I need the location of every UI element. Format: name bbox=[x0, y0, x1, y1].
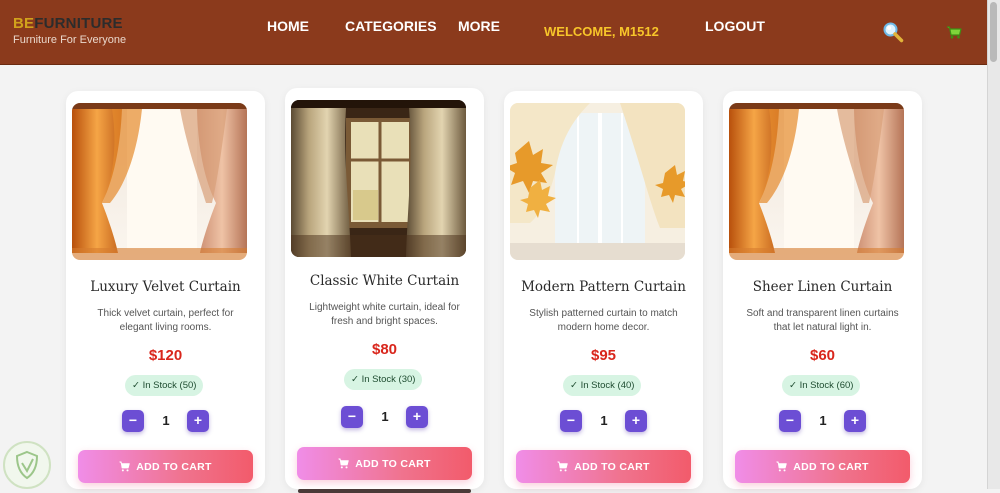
nav-categories[interactable]: CATEGORIES bbox=[345, 18, 437, 34]
product-name[interactable]: Luxury Velvet Curtain bbox=[66, 279, 265, 295]
brand-prefix: BE bbox=[13, 15, 35, 32]
nav-logout[interactable]: LOGOUT bbox=[705, 18, 765, 34]
qty-value: 1 bbox=[819, 413, 827, 428]
product-price: $80 bbox=[371, 341, 398, 358]
product-image-linen-curtain[interactable] bbox=[729, 103, 904, 260]
qty-decrease-button[interactable]: − bbox=[341, 406, 363, 428]
qty-increase-button[interactable]: + bbox=[625, 410, 647, 432]
add-to-cart-button[interactable]: ADD TO CART bbox=[297, 447, 472, 480]
card-bottom-edge bbox=[298, 489, 471, 493]
stock-badge: ✓ In Stock (30) bbox=[344, 369, 423, 390]
stock-badge: ✓ In Stock (40) bbox=[563, 375, 642, 396]
page-scrollbar[interactable] bbox=[987, 0, 1000, 489]
product-price: $120 bbox=[148, 347, 183, 364]
add-to-cart-button[interactable]: ADD TO CART bbox=[78, 450, 253, 483]
stock-badge: ✓ In Stock (50) bbox=[125, 375, 204, 396]
search-icon[interactable] bbox=[882, 21, 904, 43]
add-to-cart-label: ADD TO CART bbox=[355, 457, 431, 470]
product-name[interactable]: Classic White Curtain bbox=[285, 273, 484, 289]
nav-home[interactable]: HOME bbox=[267, 18, 309, 34]
cart-icon bbox=[338, 458, 350, 469]
qty-increase-button[interactable]: + bbox=[187, 410, 209, 432]
add-to-cart-label: ADD TO CART bbox=[574, 460, 650, 473]
qty-decrease-button[interactable]: − bbox=[779, 410, 801, 432]
qty-value: 1 bbox=[162, 413, 170, 428]
shield-watermark-icon bbox=[3, 441, 51, 489]
qty-increase-button[interactable]: + bbox=[844, 410, 866, 432]
product-card: Luxury Velvet Curtain Thick velvet curta… bbox=[66, 91, 265, 489]
qty-decrease-button[interactable]: − bbox=[122, 410, 144, 432]
add-to-cart-button[interactable]: ADD TO CART bbox=[516, 450, 691, 483]
cart-icon bbox=[776, 461, 788, 472]
product-name[interactable]: Sheer Linen Curtain bbox=[723, 279, 922, 295]
qty-value: 1 bbox=[600, 413, 608, 428]
product-name[interactable]: Modern Pattern Curtain bbox=[504, 279, 703, 295]
product-description: Soft and transparent linen curtains that… bbox=[746, 308, 899, 333]
qty-decrease-button[interactable]: − bbox=[560, 410, 582, 432]
product-description: Stylish patterned curtain to match moder… bbox=[529, 308, 678, 333]
product-card: Sheer Linen Curtain Soft and transparent… bbox=[723, 91, 922, 489]
product-price: $60 bbox=[809, 347, 836, 364]
product-card: Classic White Curtain Lightweight white … bbox=[285, 88, 484, 493]
add-to-cart-label: ADD TO CART bbox=[136, 460, 212, 473]
qty-value: 1 bbox=[381, 409, 389, 424]
qty-increase-button[interactable]: + bbox=[406, 406, 428, 428]
add-to-cart-label: ADD TO CART bbox=[793, 460, 869, 473]
product-description: Lightweight white curtain, ideal for fre… bbox=[309, 302, 460, 327]
brand-tagline: Furniture For Everyone bbox=[13, 34, 127, 46]
top-navbar: BEFURNITURE Furniture For Everyone HOME … bbox=[0, 0, 988, 65]
stock-badge: ✓ In Stock (60) bbox=[782, 375, 861, 396]
product-image-white-curtain[interactable] bbox=[291, 100, 466, 257]
product-description: Thick velvet curtain, perfect for elegan… bbox=[97, 308, 234, 333]
brand-logo: BEFURNITURE bbox=[13, 16, 126, 32]
brand[interactable]: BEFURNITURE Furniture For Everyone bbox=[13, 16, 126, 47]
cart-icon bbox=[119, 461, 131, 472]
welcome-user: WELCOME, M1512 bbox=[544, 24, 659, 39]
add-to-cart-button[interactable]: ADD TO CART bbox=[735, 450, 910, 483]
product-card: Modern Pattern Curtain Stylish patterned… bbox=[504, 91, 703, 489]
product-image-velvet-curtain[interactable] bbox=[72, 103, 247, 260]
brand-suffix: FURNITURE bbox=[34, 15, 123, 32]
cart-icon bbox=[557, 461, 569, 472]
cart-icon[interactable] bbox=[946, 25, 962, 39]
scrollbar-thumb[interactable] bbox=[990, 2, 997, 62]
nav-more[interactable]: MORE bbox=[458, 18, 500, 34]
product-price: $95 bbox=[590, 347, 617, 364]
product-image-pattern-curtain[interactable] bbox=[510, 103, 685, 260]
